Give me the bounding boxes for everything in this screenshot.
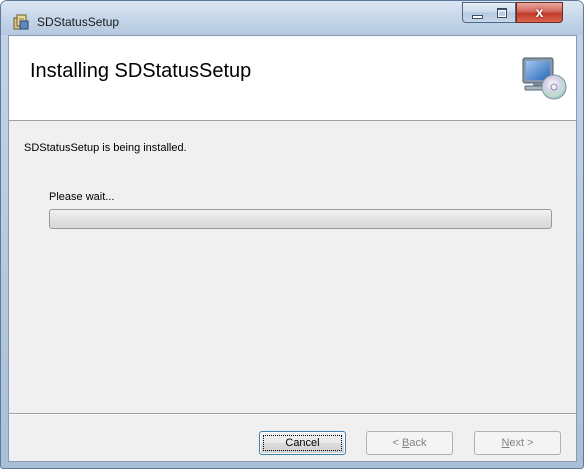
header-banner: Installing SDStatusSetup <box>9 36 576 121</box>
page-title: Installing SDStatusSetup <box>30 60 252 82</box>
dialog-client-area: Installing SDStatusSetup SDStatusSetup i… <box>8 35 577 462</box>
close-button[interactable]: x <box>516 2 563 23</box>
installer-window: SDStatusSetup x Installing SDStatusSetup <box>0 0 584 469</box>
minimize-button[interactable] <box>462 2 490 23</box>
next-button[interactable]: Next > <box>474 431 561 455</box>
back-rest: ack <box>409 437 427 449</box>
please-wait-label: Please wait... <box>49 191 115 203</box>
back-button[interactable]: < Back <box>366 431 453 455</box>
close-icon: x <box>535 4 544 20</box>
installer-package-icon <box>13 14 29 30</box>
footer-divider-highlight <box>9 414 576 415</box>
back-prefix: < <box>392 437 402 449</box>
install-progress-bar <box>49 209 552 229</box>
next-rest: ext > <box>509 437 534 449</box>
maximize-button[interactable] <box>489 2 516 23</box>
focus-rectangle <box>263 435 342 451</box>
install-status-text: SDStatusSetup is being installed. <box>24 142 187 154</box>
cancel-button[interactable]: Cancel <box>259 431 346 455</box>
minimize-icon <box>472 15 483 19</box>
computer-cd-icon <box>522 57 567 100</box>
maximize-icon <box>497 8 507 18</box>
window-title: SDStatusSetup <box>37 15 120 29</box>
title-bar[interactable]: SDStatusSetup x <box>1 1 583 35</box>
